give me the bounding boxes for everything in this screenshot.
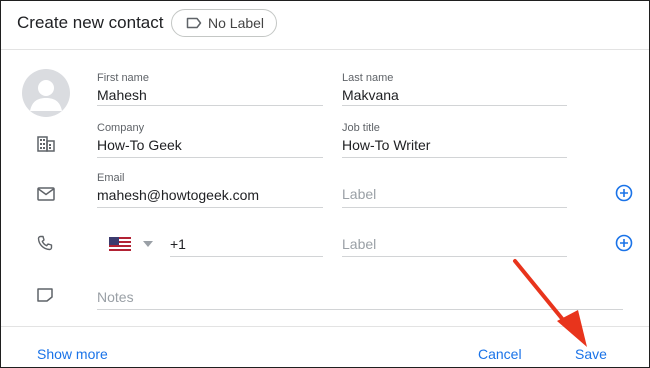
- notes-underline: [97, 309, 623, 310]
- first-name-label: First name: [97, 72, 149, 84]
- annotation-arrow: [513, 259, 587, 347]
- dialog-header: Create new contact No Label: [1, 1, 649, 50]
- chevron-down-icon: [143, 241, 153, 247]
- first-name-input[interactable]: Mahesh: [97, 87, 147, 103]
- cancel-button[interactable]: Cancel: [478, 346, 522, 362]
- add-phone-icon[interactable]: [615, 234, 633, 252]
- dialog-footer: Show more Cancel Save: [1, 326, 649, 368]
- add-email-icon[interactable]: [615, 184, 633, 202]
- company-input[interactable]: How-To Geek: [97, 137, 182, 153]
- email-label-underline: [342, 207, 567, 208]
- phone-label-underline: [342, 256, 567, 257]
- last-name-input[interactable]: Makvana: [342, 87, 399, 103]
- label-chip-text: No Label: [208, 15, 265, 31]
- phone-input[interactable]: +1: [170, 236, 186, 252]
- phone-label-field[interactable]: Label: [342, 236, 376, 252]
- notes-input[interactable]: Notes: [97, 289, 134, 305]
- phone-icon: [37, 235, 53, 251]
- label-icon: [186, 17, 202, 29]
- last-name-underline: [342, 105, 567, 106]
- email-input[interactable]: mahesh@howtogeek.com: [97, 187, 259, 203]
- mail-icon: [37, 187, 55, 201]
- email-label: Email: [97, 172, 125, 184]
- country-selector[interactable]: [109, 236, 155, 252]
- company-label: Company: [97, 122, 145, 134]
- email-underline: [97, 207, 323, 208]
- company-underline: [97, 157, 323, 158]
- dialog-title: Create new contact: [17, 13, 164, 32]
- us-flag-icon: [109, 237, 131, 251]
- job-title-underline: [342, 157, 567, 158]
- job-title-label: Job title: [342, 122, 380, 134]
- create-contact-dialog: Create new contact No Label First name M…: [0, 0, 650, 368]
- last-name-label: Last name: [342, 72, 394, 84]
- job-title-input[interactable]: How-To Writer: [342, 137, 430, 153]
- label-chip-button[interactable]: No Label: [171, 9, 277, 37]
- email-label-field[interactable]: Label: [342, 186, 376, 202]
- building-icon: [37, 136, 55, 152]
- show-more-button[interactable]: Show more: [37, 346, 108, 362]
- first-name-underline: [97, 105, 323, 106]
- phone-underline: [170, 256, 323, 257]
- note-icon: [37, 288, 53, 302]
- person-icon: [30, 80, 62, 111]
- save-button[interactable]: Save: [575, 346, 607, 362]
- avatar[interactable]: [22, 69, 70, 117]
